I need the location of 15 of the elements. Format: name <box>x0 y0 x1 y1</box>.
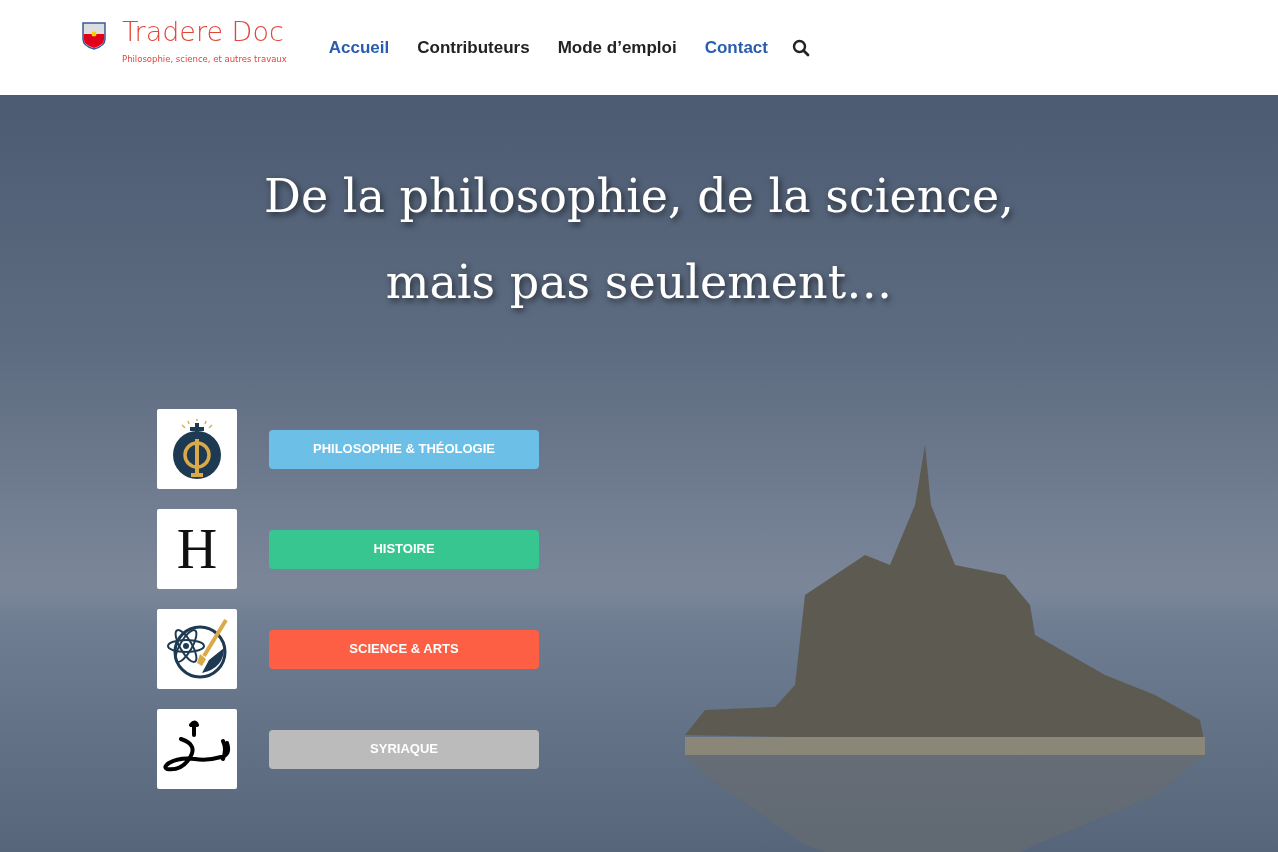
shield-logo-icon <box>82 21 106 50</box>
category-tile[interactable] <box>157 409 237 489</box>
nav-link[interactable]: Mode d’emploi <box>557 34 677 61</box>
nav-link[interactable]: Contact <box>704 34 768 61</box>
category-tile[interactable] <box>157 609 237 689</box>
atom-and-palette-icon <box>164 618 230 680</box>
nav-link[interactable]: Accueil <box>328 34 390 61</box>
site-tagline: Philosophie, science, et autres travaux <box>122 52 287 66</box>
search-icon[interactable] <box>791 38 810 57</box>
category-tile[interactable] <box>157 709 237 789</box>
letter-glyph: H <box>176 521 218 577</box>
site-title[interactable]: Tradere Doc <box>122 17 287 45</box>
category-tile[interactable]: H <box>157 509 237 589</box>
nav-link[interactable]: Contributeurs <box>417 34 530 61</box>
hero-heading: De la philosophie, de la science, mais pas seulement… <box>264 168 1014 311</box>
